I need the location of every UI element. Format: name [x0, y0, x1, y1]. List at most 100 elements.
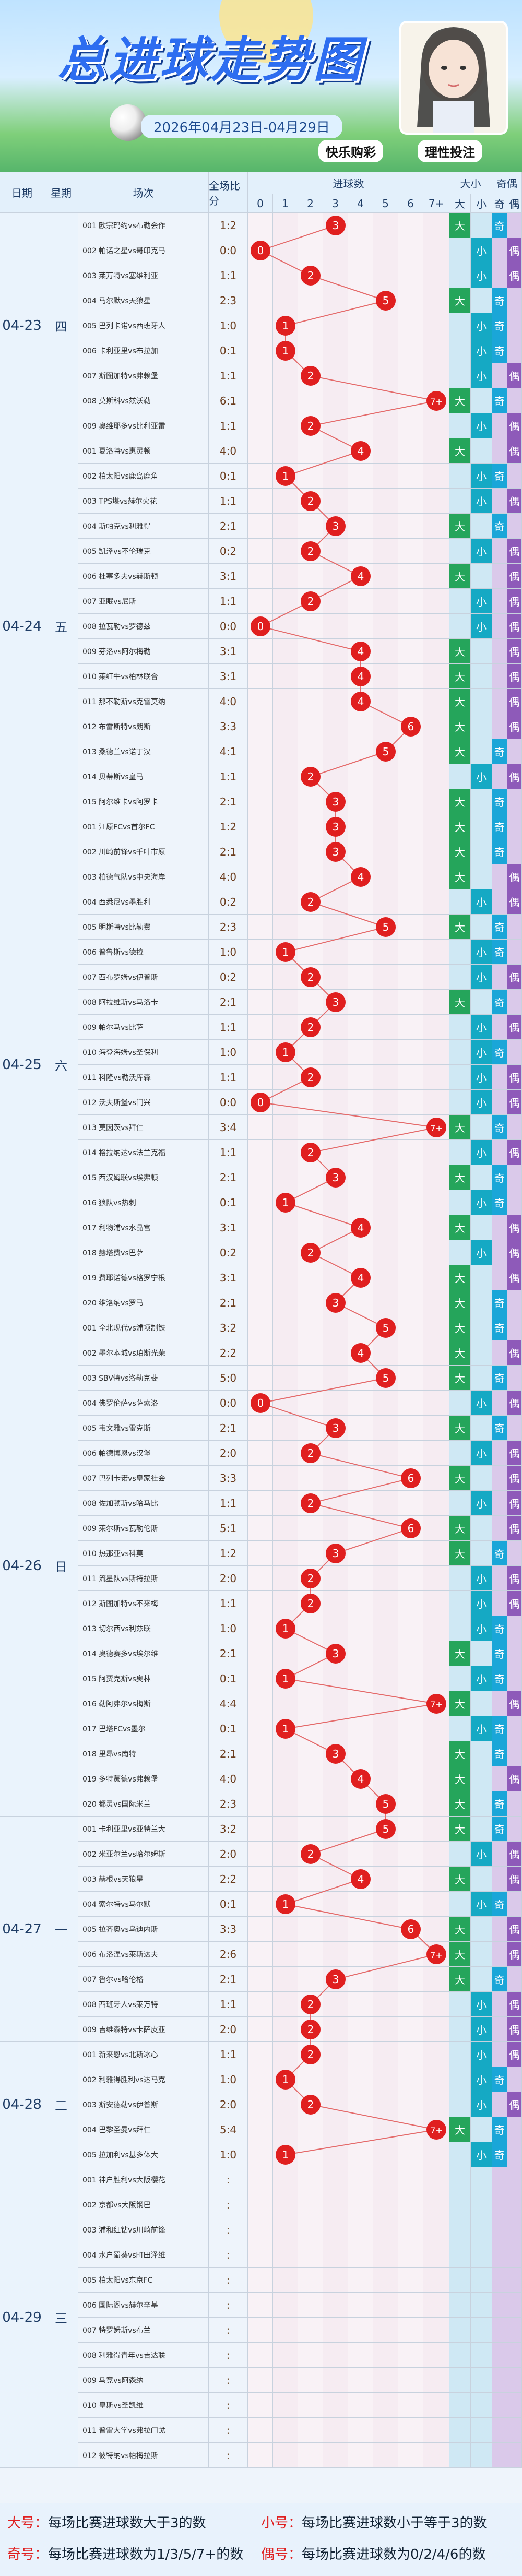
- goal-ball: 0: [251, 1093, 270, 1112]
- goal-ball: 2: [301, 1493, 321, 1513]
- trend-line-segment: [285, 1703, 437, 1729]
- avatar-illustration: [417, 27, 490, 133]
- goal-ball: 2: [301, 591, 321, 611]
- goal-ball: 0: [251, 241, 270, 260]
- goal-ball: 4: [351, 1268, 371, 1288]
- goal-ball-label: 2: [307, 1497, 314, 1510]
- goal-ball-label: 5: [383, 1322, 389, 1334]
- goal-ball-label: 2: [307, 595, 314, 608]
- goal-ball: 3: [326, 1644, 346, 1664]
- goal-ball: 1: [276, 1619, 295, 1639]
- goal-ball: 1: [276, 316, 295, 336]
- goal-ball-label: 6: [408, 1522, 414, 1535]
- goal-ball-label: 7+: [430, 1123, 443, 1133]
- goal-ball: 3: [326, 792, 346, 812]
- goal-ball: 3: [326, 1293, 346, 1313]
- goal-ball-label: 2: [307, 770, 314, 783]
- goal-ball: 3: [326, 216, 346, 235]
- goal-ball-label: 2: [307, 1998, 314, 2011]
- goal-ball-label: 5: [383, 1823, 389, 1835]
- goal-ball: 3: [326, 992, 346, 1012]
- goal-ball: 2: [301, 1569, 321, 1588]
- goal-ball: 1: [276, 1042, 295, 1062]
- goal-ball: 4: [351, 566, 371, 586]
- trend-table: 日期 星期 场次 全场比分 进球数 大小 奇偶 0 1 2 3 4 5 6 7+ 大小奇偶 04-23 四 04-2…: [0, 172, 522, 2503]
- goal-ball: 6: [401, 717, 421, 737]
- goal-ball-label: 3: [333, 1547, 339, 1560]
- goal-ball-label: 4: [358, 570, 364, 583]
- goal-ball: 2: [301, 266, 321, 286]
- trend-line-segment: [260, 1403, 336, 1429]
- goal-ball: 5: [376, 1318, 396, 1338]
- goal-ball: 3: [326, 1168, 346, 1188]
- goal-ball-label: 5: [383, 294, 389, 307]
- goal-ball-label: 4: [358, 1773, 364, 1785]
- goal-ball-label: 2: [307, 269, 314, 282]
- goal-ball: 3: [326, 842, 346, 862]
- legend: 大号：每场比赛进球数大于3的数 小号：每场比赛进球数小于等于3的数 奇号：每场比…: [0, 2503, 522, 2576]
- goal-ball-label: 1: [282, 1622, 289, 1635]
- goal-ball: 3: [326, 1969, 346, 1989]
- trend-line-segment: [285, 1904, 411, 1930]
- trend-line-segment: [310, 901, 386, 928]
- goal-ball: 7+: [426, 1944, 446, 1964]
- goal-ball-label: 2: [307, 1021, 314, 1034]
- trend-line-segment: [260, 1102, 437, 1128]
- goal-ball-label: 6: [408, 1923, 414, 1936]
- goal-ball: 4: [351, 1343, 371, 1363]
- brand-happy-lottery: 快乐购彩: [318, 140, 383, 162]
- goal-ball-label: 4: [358, 871, 364, 883]
- goal-ball: 1: [276, 1719, 295, 1739]
- goal-ball: 1: [276, 1669, 295, 1689]
- goal-ball-label: 7+: [430, 2126, 443, 2135]
- goal-ball-label: 1: [282, 345, 289, 357]
- goal-ball-label: 2: [307, 1572, 314, 1585]
- goal-ball: 2: [301, 491, 321, 511]
- goal-ball-label: 1: [282, 1046, 289, 1059]
- trend-line-segment: [260, 1378, 386, 1404]
- goal-ball: 4: [351, 1869, 371, 1889]
- goal-ball: 6: [401, 1919, 421, 1939]
- goal-ball: 2: [301, 892, 321, 912]
- trend-line-segment: [285, 2129, 437, 2155]
- goal-ball-label: 3: [333, 1171, 339, 1184]
- date-range: 2026年04月23日-04月29日: [141, 115, 342, 138]
- goal-ball-label: 1: [282, 2148, 289, 2161]
- goal-ball-label: 3: [333, 1647, 339, 1660]
- goal-ball: 2: [301, 1844, 321, 1864]
- goal-ball: 2: [301, 1995, 321, 2014]
- goal-ball-label: 3: [333, 821, 339, 833]
- goal-ball: 0: [251, 616, 270, 636]
- goal-ball-label: 0: [257, 620, 264, 633]
- goal-ball-label: 3: [333, 996, 339, 1008]
- goal-ball: 2: [301, 1443, 321, 1463]
- legend-big: 大号：每场比赛进球数大于3的数: [7, 2515, 206, 2531]
- goal-ball: 4: [351, 867, 371, 887]
- trend-line-segment: [310, 1453, 411, 1479]
- goal-ball: 3: [326, 817, 346, 837]
- goal-ball: 7+: [426, 1118, 446, 1137]
- goal-ball-label: 1: [282, 1898, 289, 1910]
- trend-line-segment: [310, 1829, 386, 1855]
- goal-ball: 1: [276, 466, 295, 486]
- trend-line-segment: [310, 400, 437, 426]
- goal-ball-label: 3: [333, 846, 339, 858]
- goal-ball-label: 0: [257, 1096, 264, 1109]
- goal-ball-label: 2: [307, 495, 314, 507]
- goal-ball: 2: [301, 366, 321, 386]
- goal-ball-label: 4: [358, 670, 364, 683]
- goal-ball: 1: [276, 2070, 295, 2090]
- goal-ball-label: 3: [333, 520, 339, 532]
- goal-ball-label: 0: [257, 244, 264, 257]
- goal-ball-label: 5: [383, 745, 389, 758]
- brand-rational-betting: 理性投注: [418, 140, 482, 162]
- trend-line-segment: [335, 1528, 411, 1554]
- goal-ball-label: 1: [282, 2073, 289, 2086]
- goal-ball: 3: [326, 1544, 346, 1563]
- trend-line-segment: [310, 2104, 437, 2130]
- banner: 总进球走势图 2026年04月23日-04月29日 快乐购彩 理性投注: [0, 0, 522, 172]
- goal-ball: 2: [301, 1067, 321, 1087]
- goal-ball-label: 2: [307, 1071, 314, 1084]
- goal-ball-label: 4: [358, 645, 364, 658]
- goal-ball: 4: [351, 1769, 371, 1789]
